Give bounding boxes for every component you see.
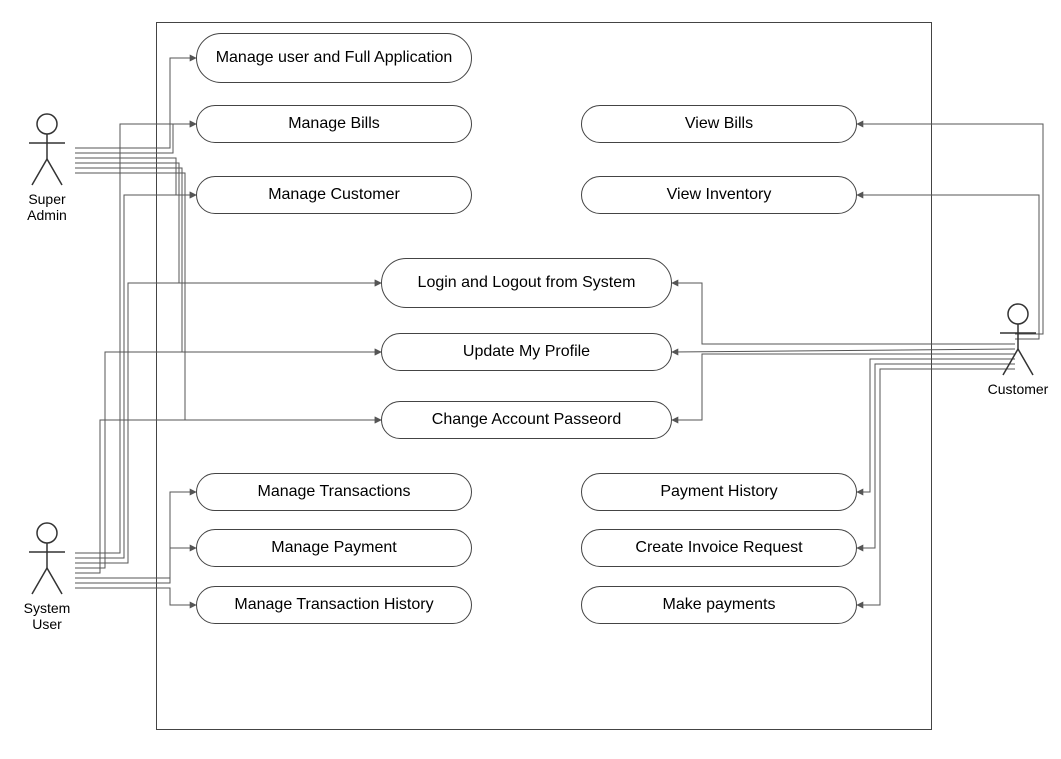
usecase-payment-history: Payment History bbox=[581, 473, 857, 511]
usecase-manage-bills: Manage Bills bbox=[196, 105, 472, 143]
usecase-make-payments: Make payments bbox=[581, 586, 857, 624]
actor-system-user: System User bbox=[17, 522, 77, 632]
usecase-label: Make payments bbox=[663, 595, 776, 614]
usecase-update-profile: Update My Profile bbox=[381, 333, 672, 371]
usecase-manage-transactions: Manage Transactions bbox=[196, 473, 472, 511]
usecase-manage-txn-history: Manage Transaction History bbox=[196, 586, 472, 624]
person-icon bbox=[995, 303, 1041, 377]
usecase-manage-payment: Manage Payment bbox=[196, 529, 472, 567]
usecase-label: Create Invoice Request bbox=[635, 538, 802, 557]
usecase-create-invoice-request: Create Invoice Request bbox=[581, 529, 857, 567]
actor-label: Customer bbox=[988, 381, 1049, 397]
usecase-manage-customer: Manage Customer bbox=[196, 176, 472, 214]
person-icon bbox=[24, 522, 70, 596]
usecase-label: Manage Customer bbox=[268, 185, 400, 204]
usecase-view-bills: View Bills bbox=[581, 105, 857, 143]
person-icon bbox=[24, 113, 70, 187]
actor-super-admin: Super Admin bbox=[17, 113, 77, 223]
usecase-label: Manage Bills bbox=[288, 114, 380, 133]
use-case-diagram: Super Admin System User bbox=[0, 0, 1061, 759]
usecase-label: Payment History bbox=[660, 482, 777, 501]
usecase-label: Manage Transactions bbox=[258, 482, 411, 501]
usecase-label: Manage user and Full Application bbox=[216, 48, 453, 67]
usecase-login-logout: Login and Logout from System bbox=[381, 258, 672, 308]
actor-customer: Customer bbox=[988, 303, 1048, 397]
usecase-label: Manage Transaction History bbox=[234, 595, 433, 614]
usecase-manage-user-full-app: Manage user and Full Application bbox=[196, 33, 472, 83]
usecase-label: Update My Profile bbox=[463, 342, 590, 361]
usecase-label: View Bills bbox=[685, 114, 753, 133]
usecase-view-inventory: View Inventory bbox=[581, 176, 857, 214]
usecase-change-password: Change Account Passeord bbox=[381, 401, 672, 439]
usecase-label: Change Account Passeord bbox=[432, 410, 621, 429]
usecase-label: Login and Logout from System bbox=[418, 273, 636, 292]
usecase-label: View Inventory bbox=[667, 185, 772, 204]
actor-label: Super Admin bbox=[17, 191, 77, 223]
actor-label: System User bbox=[17, 600, 77, 632]
usecase-label: Manage Payment bbox=[271, 538, 396, 557]
